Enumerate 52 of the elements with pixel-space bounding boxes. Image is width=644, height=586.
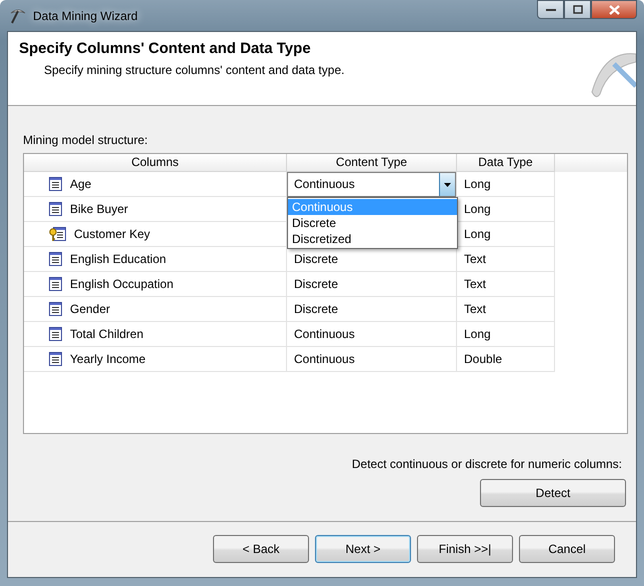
maximize-button[interactable] — [564, 0, 591, 19]
data-type-cell: Long — [464, 177, 491, 191]
dropdown-arrow-icon — [444, 182, 451, 186]
content-type-cell: Continuous — [294, 352, 355, 366]
wizard-button[interactable]: Cancel — [519, 535, 615, 563]
column-icon — [49, 277, 62, 291]
grid-label: Mining model structure: — [23, 132, 149, 149]
minimize-button[interactable] — [537, 0, 564, 19]
pickaxe-icon — [9, 6, 27, 24]
column-name: Age — [70, 176, 92, 193]
data-type-cell: Text — [464, 302, 486, 316]
detect-hint: Detect continuous or discrete for numeric columns: — [350, 456, 623, 473]
detect-button[interactable]: Detect — [480, 479, 626, 507]
column-name: Total Children — [70, 326, 144, 343]
data-type-cell: Double — [464, 352, 502, 366]
column-name: Yearly Income — [70, 351, 146, 368]
column-header[interactable]: Data Type — [457, 154, 555, 172]
data-type-cell: Text — [464, 277, 486, 291]
dropdown-option[interactable]: Discrete — [288, 215, 457, 231]
content-type-cell: Discrete — [294, 252, 338, 266]
wizard-button[interactable]: < Back — [213, 535, 309, 563]
window-title: Data Mining Wizard — [33, 8, 138, 24]
column-icon — [49, 327, 62, 341]
close-button[interactable] — [591, 0, 637, 19]
column-name: English Education — [70, 251, 166, 268]
data-type-cell: Long — [464, 227, 491, 241]
column-icon — [49, 177, 62, 191]
wizard-button[interactable]: Next > — [315, 535, 411, 563]
column-icon — [49, 202, 62, 216]
close-icon — [608, 4, 620, 14]
content-type-dropdown[interactable]: Continuous — [287, 172, 456, 197]
column-name: English Occupation — [70, 276, 174, 293]
minimize-icon — [546, 8, 556, 12]
page-subtitle: Specify mining structure columns' content and data type. — [43, 62, 346, 78]
wizard-button[interactable]: Finish >>| — [417, 535, 513, 563]
content-type-cell: Discrete — [294, 277, 338, 291]
column-name: Gender — [70, 301, 110, 318]
column-icon — [49, 252, 62, 266]
data-type-cell: Long — [464, 202, 491, 216]
column-name: Bike Buyer — [70, 201, 128, 218]
maximize-icon — [572, 5, 582, 14]
column-header[interactable]: Columns — [24, 154, 287, 172]
column-icon — [49, 302, 62, 316]
content-type-cell: Discrete — [294, 302, 338, 316]
page-title: Specify Columns' Content and Data Type — [19, 39, 312, 59]
data-type-cell: Text — [464, 252, 486, 266]
column-icon — [49, 352, 62, 366]
column-name: Customer Key — [74, 226, 150, 243]
data-type-cell: Long — [464, 327, 491, 341]
content-type-cell: Continuous — [294, 327, 355, 341]
key-column-icon — [49, 226, 66, 242]
dropdown-option[interactable]: Discretized — [288, 231, 457, 247]
